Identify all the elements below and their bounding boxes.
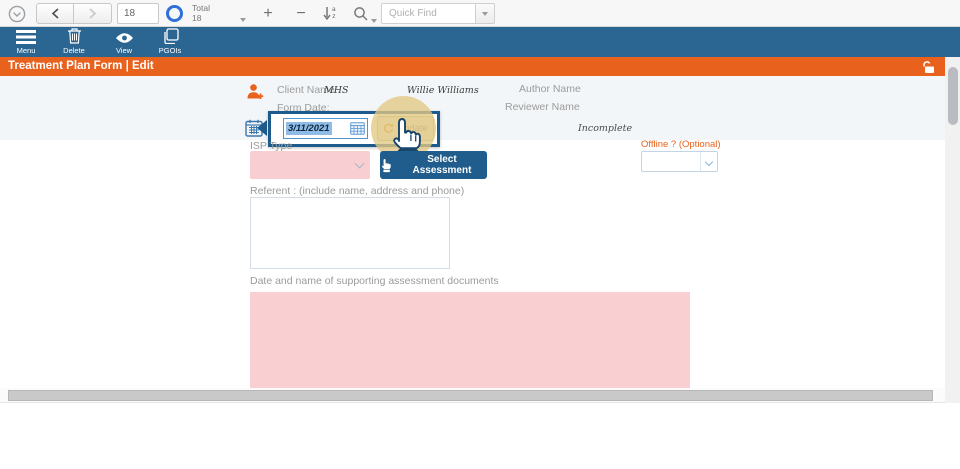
referent-label: Referent : (include name, address and ph…: [250, 185, 464, 197]
click-hand-icon: [380, 158, 392, 173]
sort-az-button[interactable]: a z: [323, 6, 341, 22]
menu-label: Menu: [2, 46, 50, 55]
search-icon[interactable]: [353, 6, 369, 22]
view-label: View: [100, 46, 148, 55]
select-assessment-button[interactable]: Select Assessment: [380, 151, 487, 179]
date-picker-icon[interactable]: [350, 122, 365, 135]
record-total: Total 18: [192, 4, 210, 23]
menu-button[interactable]: Menu: [2, 29, 50, 56]
isp-type-select[interactable]: [250, 151, 370, 179]
record-number-input[interactable]: [117, 3, 159, 24]
quick-find-input[interactable]: [381, 3, 476, 24]
view-button[interactable]: View: [100, 29, 148, 56]
search-options-caret-icon[interactable]: [371, 19, 377, 23]
eye-icon: [100, 29, 148, 44]
delete-label: Delete: [50, 46, 98, 55]
sort-letter-z: z: [332, 13, 336, 20]
client-person-icon: [246, 83, 264, 101]
chevron-down-icon: [355, 159, 365, 169]
pgois-button[interactable]: PGOIs: [146, 29, 194, 56]
pgois-label: PGOIs: [146, 46, 194, 55]
scrollbar-corner: [945, 388, 960, 403]
status-badge: Incomplete: [578, 123, 632, 134]
author-name-label: Author Name: [519, 83, 581, 95]
app-window: Total 18 + − a z: [0, 0, 960, 469]
top-toolbar: Total 18 + − a z: [0, 0, 960, 27]
collapse-toolbar-icon[interactable]: [8, 5, 26, 23]
horizontal-scrollbar-thumb[interactable]: [8, 390, 933, 401]
caret-down-icon: [482, 12, 488, 16]
copy-icon: [146, 29, 194, 44]
client-code-value: MHS: [324, 85, 349, 96]
supporting-docs-textarea[interactable]: [250, 292, 690, 388]
total-menu-caret-icon[interactable]: [240, 18, 246, 22]
form-date-input[interactable]: 3/11/2021: [283, 118, 368, 139]
menu-icon: [2, 29, 50, 44]
popup-pointer: [257, 120, 267, 136]
page-title: Treatment Plan Form | Edit: [8, 57, 154, 76]
progress-ring-icon: [166, 5, 183, 22]
offline-label: Offline ? (Optional): [641, 139, 721, 150]
select-assessment-label: Select Assessment: [397, 154, 487, 176]
offline-select-arrow[interactable]: [700, 152, 717, 171]
trash-icon: [50, 29, 98, 44]
reviewer-name-label: Reviewer Name: [505, 101, 580, 113]
total-value: 18: [192, 14, 210, 24]
sort-letter-a: a: [332, 6, 336, 13]
chevron-down-icon: [705, 157, 713, 165]
zoom-in-button[interactable]: +: [254, 0, 282, 27]
record-nav-group: [36, 3, 112, 24]
client-name-value: Willie Williams: [407, 85, 479, 96]
form-title-bar: Treatment Plan Form | Edit: [0, 57, 945, 76]
zoom-out-button[interactable]: −: [287, 0, 315, 27]
unlock-icon[interactable]: [922, 60, 936, 74]
quick-find-dropdown-button[interactable]: [476, 3, 495, 24]
form-date-value: 3/11/2021: [286, 122, 332, 135]
referent-textarea[interactable]: [250, 197, 450, 269]
action-toolbar: Menu Delete View: [0, 27, 960, 57]
delete-button[interactable]: Delete: [50, 29, 98, 56]
offline-select[interactable]: [641, 151, 718, 172]
supporting-docs-label: Date and name of supporting assessment d…: [250, 275, 499, 287]
next-record-button[interactable]: [74, 3, 112, 24]
previous-record-button[interactable]: [36, 3, 74, 24]
vertical-scrollbar-thumb[interactable]: [948, 67, 958, 125]
